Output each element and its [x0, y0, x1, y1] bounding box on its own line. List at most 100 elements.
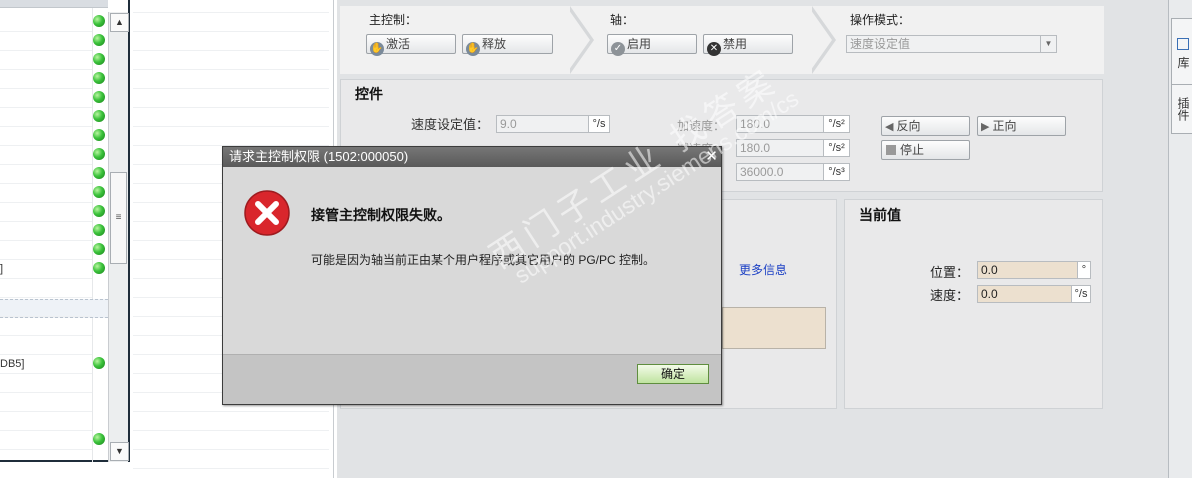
current-values-section: 当前值 位置： 0.0 ° 速度： 0.0 °/s	[844, 199, 1103, 409]
tab-library-label: 库	[1176, 56, 1190, 69]
tree-row[interactable]	[0, 335, 92, 355]
activate-label: 激活	[386, 37, 411, 51]
tree-row[interactable]	[0, 126, 105, 146]
section-divider-2-inner	[808, 6, 832, 74]
status-ok-icon	[93, 34, 105, 46]
reverse-button[interactable]: ◀ 反向	[881, 116, 970, 136]
status-ok-icon	[93, 15, 105, 27]
tree-row[interactable]	[0, 50, 105, 70]
disable-button[interactable]: ✕ 禁用	[703, 34, 793, 56]
status-ok-icon	[93, 91, 105, 103]
arrow-right-icon: ▶	[981, 121, 990, 133]
status-ok-icon	[93, 433, 105, 445]
section-divider-inner	[566, 6, 590, 74]
deceleration-value: 180.0	[740, 141, 771, 155]
acceleration-unit: °/s²	[823, 115, 850, 133]
tree-row[interactable]	[0, 316, 92, 336]
tree-row[interactable]	[0, 183, 105, 203]
row-divider	[133, 449, 329, 450]
deceleration-input[interactable]: 180.0	[736, 139, 824, 157]
ok-button[interactable]: 确定	[637, 364, 709, 384]
row-divider	[133, 411, 329, 412]
velocity-value-field: 0.0	[977, 285, 1072, 303]
chevron-down-icon[interactable]: ▼	[1040, 36, 1056, 52]
jerk-value: 36000.0	[740, 165, 784, 179]
forward-button[interactable]: ▶ 正向	[977, 116, 1066, 136]
tree-row[interactable]	[0, 373, 92, 393]
operating-mode-select[interactable]: 速度设定值 ▼	[846, 35, 1057, 53]
tab-plugins[interactable]: 插件	[1171, 84, 1192, 134]
tree-row[interactable]	[0, 88, 105, 108]
row-divider	[133, 468, 329, 469]
tree-row[interactable]	[0, 297, 92, 317]
deceleration-unit: °/s²	[823, 139, 850, 157]
current-values-title: 当前值	[859, 207, 901, 223]
speed-setpoint-input[interactable]: 9.0	[496, 115, 589, 133]
tree-row[interactable]	[0, 240, 105, 260]
library-icon	[1177, 37, 1189, 50]
forward-label: 正向	[992, 119, 1017, 133]
row-divider	[133, 88, 329, 89]
row-divider	[133, 12, 329, 13]
master-control-label: 主控制：	[369, 13, 418, 27]
tree-row[interactable]: ]	[0, 259, 105, 279]
tree-row[interactable]	[0, 392, 92, 412]
jerk-unit: °/s³	[823, 163, 850, 181]
tab-plugins-label: 插件	[1176, 97, 1190, 121]
tree-row[interactable]	[0, 411, 92, 431]
activate-button[interactable]: ✋ 激活	[366, 34, 456, 56]
tree-row-label: ]	[0, 263, 4, 275]
tree-row[interactable]	[0, 221, 105, 241]
x-circle-icon: ✕	[707, 42, 721, 56]
stop-button[interactable]: 停止	[881, 140, 970, 160]
arrow-left-icon: ◀	[885, 121, 894, 133]
position-unit: °	[1077, 261, 1091, 279]
velocity-value: 0.0	[981, 287, 998, 301]
hand-icon: ✋	[370, 42, 384, 56]
status-ok-icon	[93, 224, 105, 236]
speed-unit: °/s	[588, 115, 610, 133]
acceleration-input[interactable]: 180.0	[736, 115, 824, 133]
jerk-input[interactable]: 36000.0	[736, 163, 824, 181]
position-label: 位置：	[930, 265, 970, 280]
enable-button[interactable]: ✓ 启用	[607, 34, 697, 56]
tree-row[interactable]	[0, 107, 105, 127]
tab-library[interactable]: 库	[1171, 18, 1192, 88]
hand-release-icon: ✋	[466, 42, 480, 56]
status-ok-icon	[93, 186, 105, 198]
row-divider	[133, 430, 329, 431]
speed-setpoint-value: 9.0	[500, 117, 517, 131]
row-divider	[133, 126, 329, 127]
disable-label: 禁用	[723, 37, 748, 51]
axis-label: 轴：	[610, 13, 635, 27]
more-info-link[interactable]: 更多信息	[739, 261, 787, 278]
scroll-up-icon[interactable]: ▲	[110, 13, 129, 32]
acceleration-value: 180.0	[740, 117, 771, 131]
operating-mode-label: 操作模式：	[850, 13, 911, 27]
tree-row[interactable]	[0, 164, 105, 184]
scroll-thumb[interactable]: ≡	[110, 172, 127, 264]
tree-row[interactable]	[0, 69, 105, 89]
release-label: 释放	[482, 37, 507, 51]
tree-row[interactable]	[0, 278, 92, 298]
tree-row[interactable]: DB5]	[0, 354, 105, 374]
status-ok-icon	[93, 53, 105, 65]
enable-label: 启用	[627, 37, 652, 51]
close-icon[interactable]: ✕	[704, 149, 719, 164]
tree-row[interactable]	[0, 12, 105, 32]
stop-label: 停止	[900, 143, 925, 157]
status-ok-icon	[93, 357, 105, 369]
error-message: 接管主控制权限失败。	[311, 207, 451, 223]
position-value-field: 0.0	[977, 261, 1078, 279]
release-button[interactable]: ✋ 释放	[462, 34, 553, 56]
tree-row[interactable]	[0, 430, 105, 450]
scroll-down-icon[interactable]: ▼	[110, 442, 129, 461]
tree-row[interactable]	[0, 202, 105, 222]
dialog-title: 请求主控制权限 (1502:000050)	[223, 147, 721, 167]
status-ok-icon	[93, 243, 105, 255]
status-ok-icon	[93, 167, 105, 179]
tree-row[interactable]	[0, 145, 105, 165]
speed-setpoint-label: 速度设定值：	[411, 117, 490, 132]
tree-row[interactable]	[0, 31, 105, 51]
tree-scrollbar[interactable]: ▲ ≡ ▼	[108, 12, 129, 462]
